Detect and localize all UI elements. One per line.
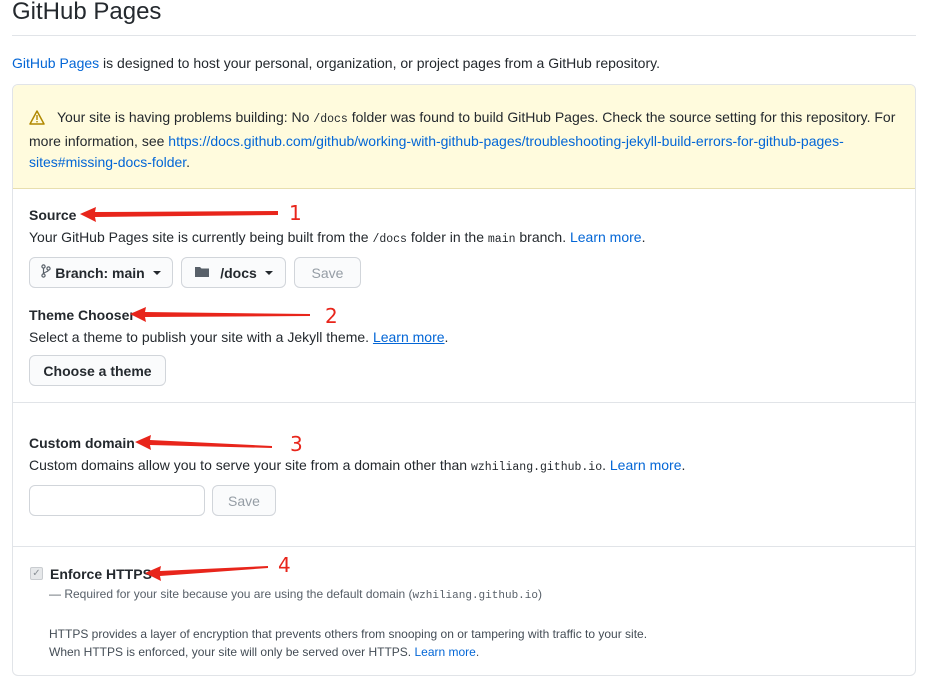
annotation-arrow-4 [145, 566, 268, 581]
annotation-arrow-3 [135, 435, 272, 450]
annotation-arrow-2 [130, 307, 310, 322]
annotation-number-3: 3 [290, 432, 303, 456]
annotation-number-4: 4 [278, 553, 291, 577]
annotation-arrow-1 [80, 207, 278, 222]
annotation-number-1: 1 [289, 201, 302, 225]
annotation-number-2: 2 [325, 304, 338, 328]
annotation-arrows [80, 207, 310, 581]
